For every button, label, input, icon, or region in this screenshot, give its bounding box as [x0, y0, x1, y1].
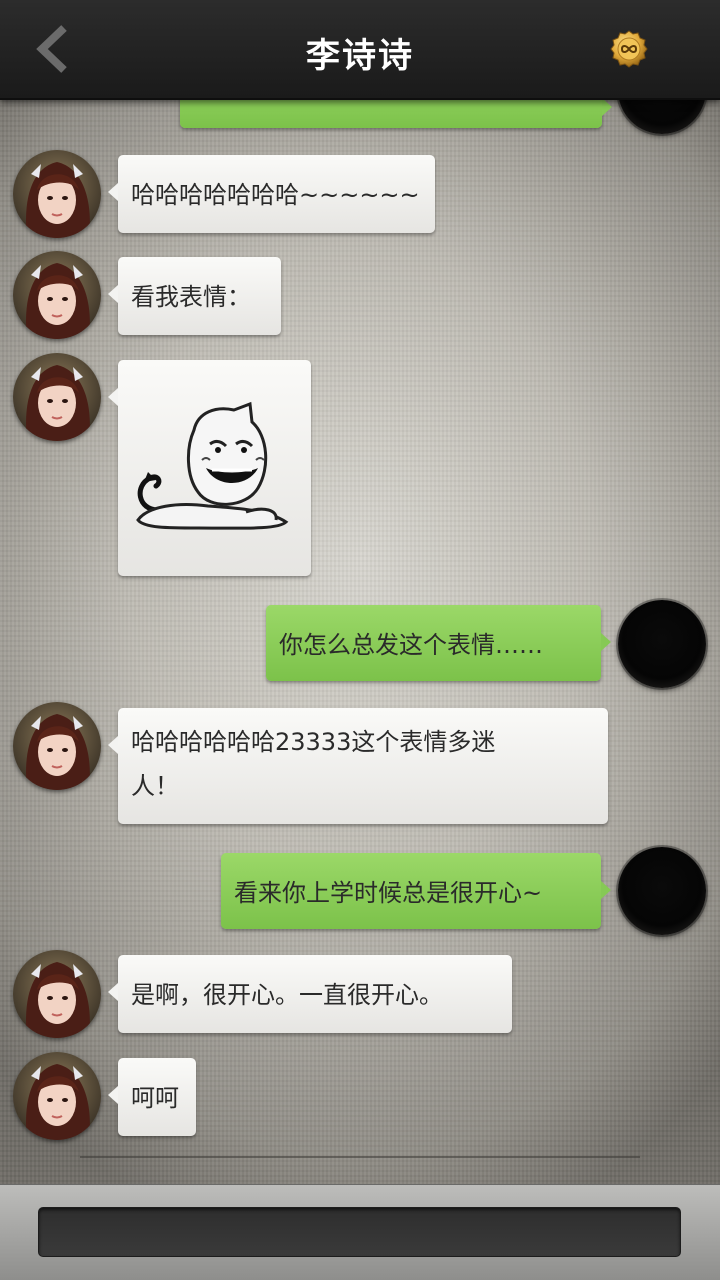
- message-bubble-incoming[interactable]: 是啊，很开心。一直很开心。: [108, 955, 512, 1033]
- message-line: 哈哈哈哈哈哈23333这个表情多迷: [131, 728, 496, 756]
- message-bubble-outgoing[interactable]: 你怎么总发这个表情……: [266, 605, 611, 681]
- message-bubble-sticker[interactable]: [108, 360, 311, 576]
- message-bubble-incoming[interactable]: 呵呵: [108, 1058, 196, 1136]
- input-bar: [0, 1184, 720, 1280]
- message-bubble-incoming[interactable]: 哈哈哈哈哈哈哈~~~~~~: [108, 155, 435, 233]
- contact-avatar[interactable]: [13, 353, 101, 441]
- contact-avatar[interactable]: [13, 702, 101, 790]
- message-list[interactable]: 哈哈哈哈哈哈哈~~~~~~ 看我表情： 你怎么总发这个表情…… 哈哈哈哈哈哈23…: [0, 0, 720, 1180]
- coin-button[interactable]: [610, 30, 648, 68]
- contact-avatar[interactable]: [13, 150, 101, 238]
- message-bubble-outgoing[interactable]: 看来你上学时候总是很开心~: [221, 853, 611, 929]
- contact-photo-icon: [13, 251, 101, 339]
- contact-photo-icon: [13, 1052, 101, 1140]
- message-line: 人！: [131, 772, 179, 800]
- title-bar: 李诗诗: [0, 0, 720, 100]
- self-avatar[interactable]: [618, 600, 706, 688]
- coin-icon: [610, 30, 648, 68]
- contact-photo-icon: [13, 150, 101, 238]
- message-bubble-incoming[interactable]: 看我表情：: [108, 257, 281, 335]
- self-avatar[interactable]: [618, 847, 706, 935]
- contact-avatar[interactable]: [13, 950, 101, 1038]
- contact-photo-icon: [13, 950, 101, 1038]
- contact-avatar[interactable]: [13, 251, 101, 339]
- troll-cat-sticker-icon: [136, 401, 289, 530]
- contact-avatar[interactable]: [13, 1052, 101, 1140]
- contact-photo-icon: [13, 702, 101, 790]
- message-bubble-incoming[interactable]: 哈哈哈哈哈哈23333这个表情多迷 人！: [108, 708, 608, 824]
- divider: [80, 1156, 640, 1158]
- message-input[interactable]: [38, 1207, 681, 1257]
- contact-photo-icon: [13, 353, 101, 441]
